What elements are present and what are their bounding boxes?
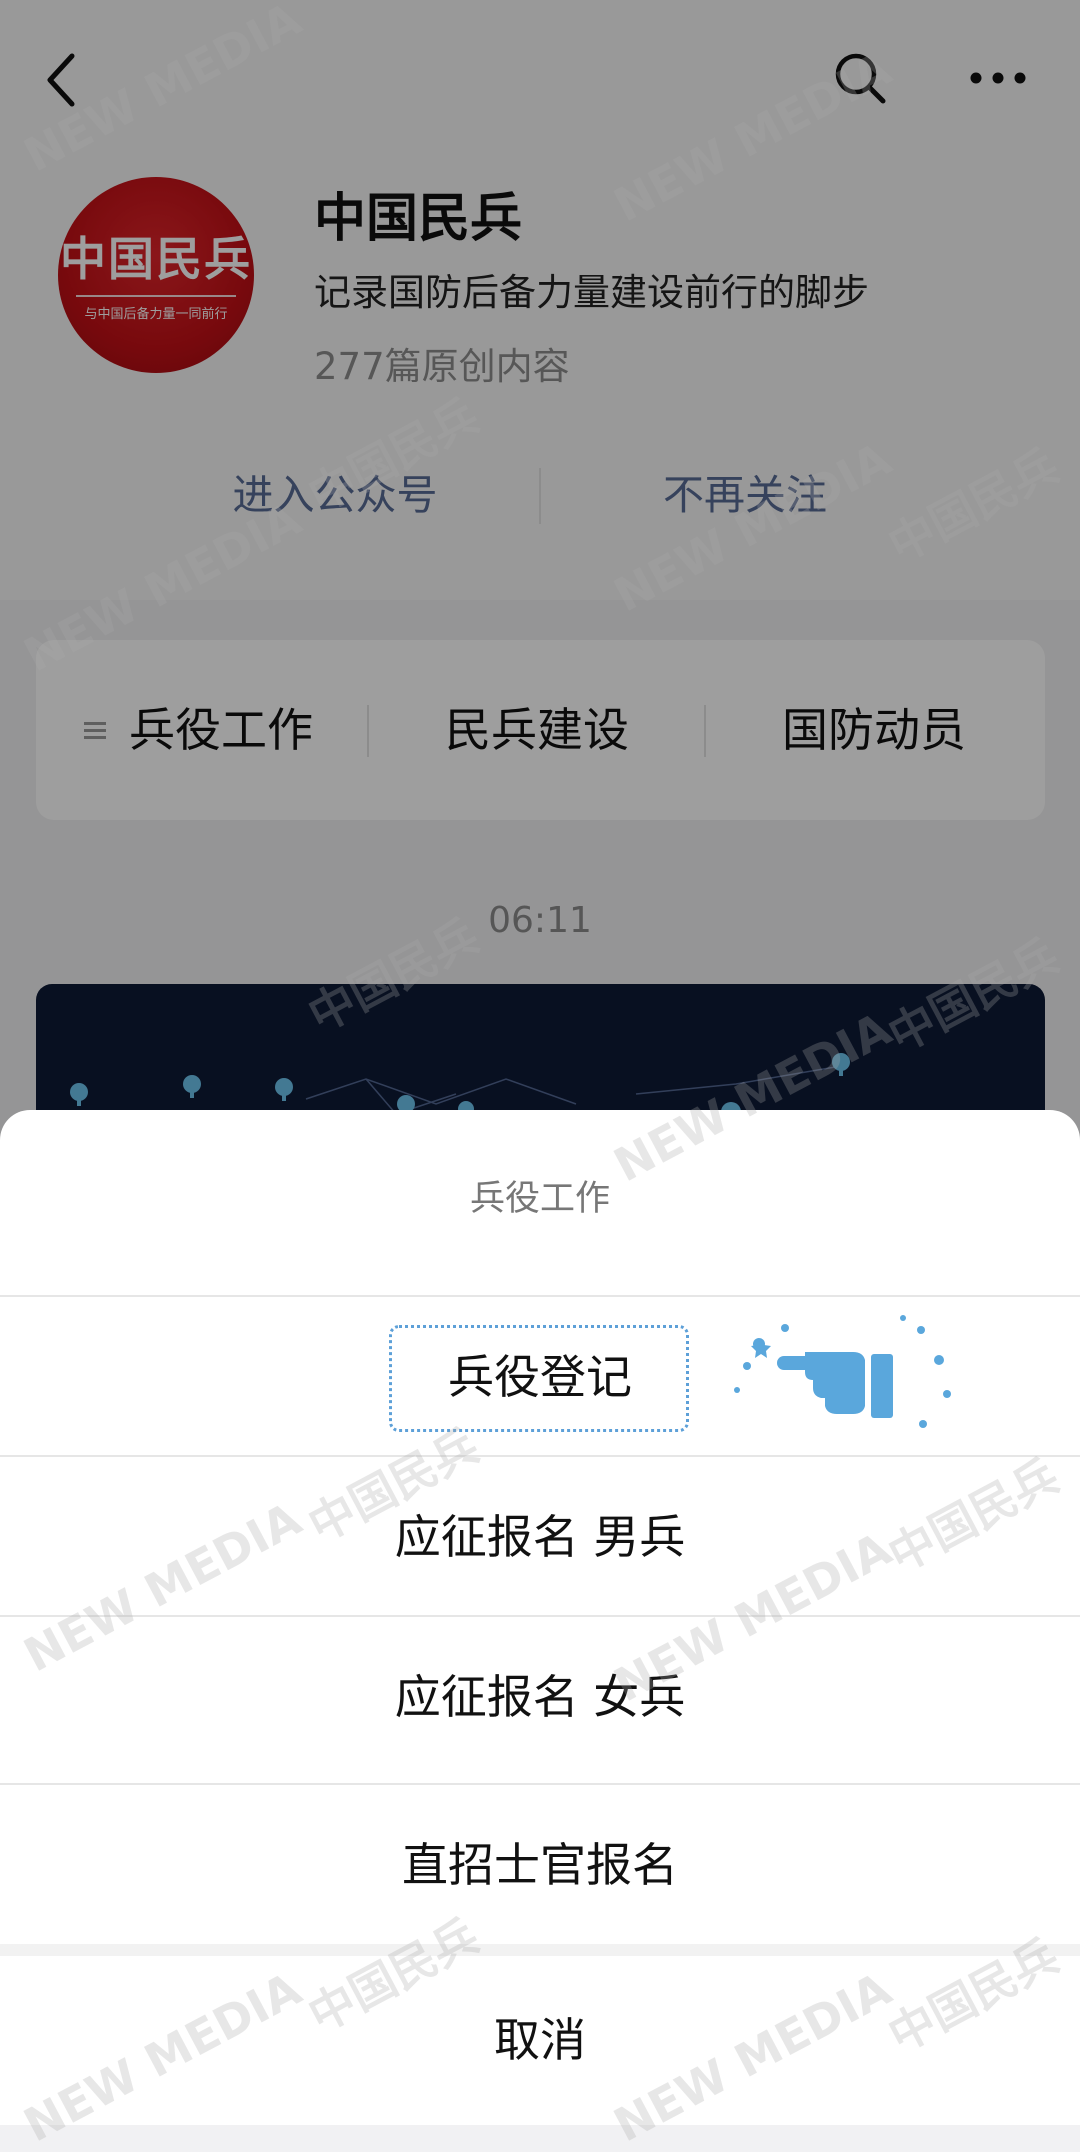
- option-enlist-male[interactable]: 应征报名 男兵: [0, 1455, 1080, 1617]
- sheet-gap: [0, 1944, 1080, 1956]
- cancel-button[interactable]: 取消: [0, 1956, 1080, 2125]
- highlight-frame: [389, 1325, 689, 1432]
- option-sergeant-recruitment[interactable]: 直招士官报名: [0, 1783, 1080, 1945]
- pointing-hand-icon: [725, 1310, 955, 1440]
- option-enlist-female[interactable]: 应征报名 女兵: [0, 1615, 1080, 1777]
- sheet-title: 兵役工作: [469, 1179, 610, 1219]
